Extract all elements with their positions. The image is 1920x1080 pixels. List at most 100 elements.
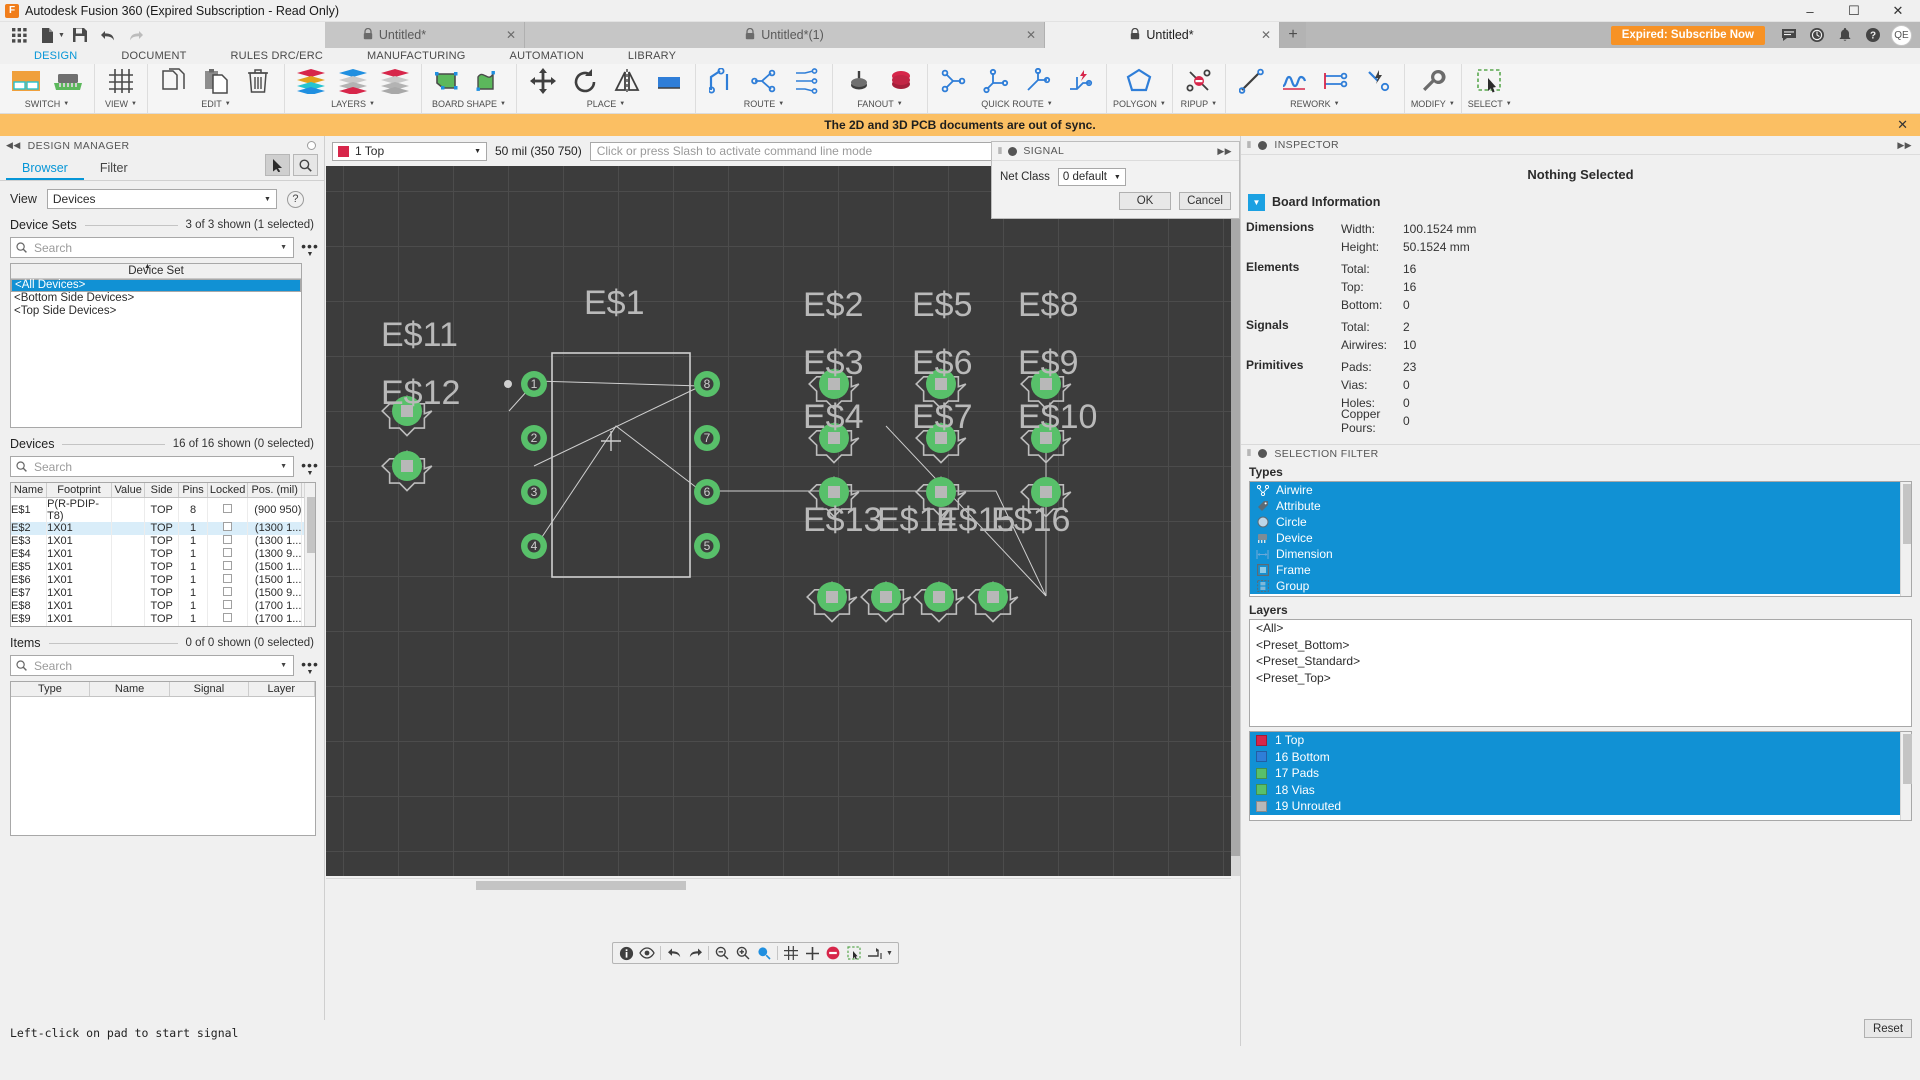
- chevron-down-icon[interactable]: ▼: [897, 98, 903, 111]
- chevron-down-icon[interactable]: ▼: [1211, 98, 1217, 111]
- filter-type-attribute[interactable]: Attribute: [1250, 498, 1911, 514]
- help-question-icon[interactable]: ?: [1859, 22, 1887, 48]
- chevron-down-icon[interactable]: ▼: [280, 662, 287, 669]
- devices-scrollbar[interactable]: [304, 483, 315, 626]
- col-value[interactable]: Value: [111, 483, 144, 497]
- copy-icon[interactable]: [154, 65, 194, 97]
- table-row[interactable]: E$61X01TOP1(1500 1...: [11, 574, 315, 587]
- rework-meander-icon[interactable]: [1274, 65, 1314, 97]
- items-table[interactable]: Type Name Signal Layer: [10, 681, 316, 836]
- filter-type-dimension[interactable]: Dimension: [1250, 546, 1911, 562]
- board-outline-icon[interactable]: [428, 65, 468, 97]
- canvas-v-scroll-thumb[interactable]: [1231, 166, 1240, 856]
- items-search-input[interactable]: Search ▼: [10, 655, 294, 676]
- col-item-layer[interactable]: Layer: [248, 682, 314, 696]
- chevron-down-icon[interactable]: ▼: [1506, 98, 1512, 111]
- device-locked[interactable]: [208, 613, 248, 626]
- table-row[interactable]: E$31X01TOP1(1300 1...: [11, 535, 315, 548]
- layer-preset-row[interactable]: <Preset_Bottom>: [1250, 637, 1911, 654]
- notification-bell-icon[interactable]: [1831, 22, 1859, 48]
- device-label[interactable]: E$1: [584, 284, 645, 322]
- col-footprint[interactable]: Footprint: [47, 483, 112, 497]
- ribbon-tab-document[interactable]: DOCUMENT: [99, 48, 208, 64]
- table-row[interactable]: E$91X01TOP1(1700 1...: [11, 613, 315, 626]
- device-label[interactable]: E$2: [803, 286, 864, 324]
- filter-type-airwire[interactable]: Airwire: [1250, 482, 1911, 498]
- device-label[interactable]: E$8: [1018, 286, 1079, 324]
- grid-view-icon[interactable]: [101, 65, 141, 97]
- device-label[interactable]: E$5: [912, 286, 973, 324]
- layers-scrollbar[interactable]: [1900, 732, 1911, 820]
- document-tab-2[interactable]: Untitled*(1) ✕: [525, 22, 1045, 48]
- toolbar-overflow-caret-icon[interactable]: ▼: [886, 950, 895, 957]
- rework-width-icon[interactable]: [1316, 65, 1356, 97]
- redo-icon[interactable]: [685, 943, 705, 963]
- select-marquee-icon[interactable]: [1470, 65, 1510, 97]
- document-tab-3[interactable]: Untitled* ✕: [1045, 22, 1280, 48]
- chevron-down-icon[interactable]: ▼: [1160, 98, 1166, 111]
- devices-table[interactable]: Name Footprint Value Side Pins Locked Po…: [10, 482, 316, 627]
- tab-filter[interactable]: Filter: [84, 156, 144, 180]
- avatar[interactable]: QE: [1891, 25, 1912, 46]
- minimize-button[interactable]: –: [1788, 0, 1832, 22]
- device-sets-search-input[interactable]: Search ▼: [10, 237, 294, 258]
- locked-checkbox[interactable]: [223, 587, 232, 596]
- device-sets-list[interactable]: ▲ Device Set <All Devices> <Bottom Side …: [10, 263, 302, 428]
- chevron-down-icon[interactable]: ▼: [225, 98, 231, 111]
- locked-checkbox[interactable]: [223, 535, 232, 544]
- col-locked[interactable]: Locked: [208, 483, 248, 497]
- col-pos[interactable]: Pos. (mil): [247, 483, 301, 497]
- layer-row[interactable]: 16 Bottom: [1250, 749, 1911, 766]
- table-row[interactable]: E$41X01TOP1(1300 9...: [11, 548, 315, 561]
- chevron-down-icon[interactable]: ▼: [1334, 98, 1340, 111]
- filter-type-device[interactable]: Device: [1250, 530, 1911, 546]
- table-row[interactable]: E$1P(R-PDIP-T8)TOP8(900 950): [11, 497, 315, 522]
- layer-row[interactable]: 19 Unrouted: [1250, 798, 1911, 815]
- chevron-down-icon[interactable]: ▼: [280, 463, 287, 470]
- device-label[interactable]: E$10: [1018, 398, 1097, 436]
- grid-toggle-icon[interactable]: [781, 943, 801, 963]
- expand-right-icon[interactable]: ▶▶: [1897, 140, 1912, 151]
- device-label[interactable]: E$6: [912, 344, 973, 382]
- save-icon[interactable]: [67, 24, 93, 46]
- signal-ok-button[interactable]: OK: [1119, 192, 1171, 210]
- ribbon-tab-rules[interactable]: RULES DRC/ERC: [209, 48, 345, 64]
- select-marquee-icon[interactable]: [844, 943, 864, 963]
- types-list[interactable]: AirwireAttributeCircleDeviceDimensionFra…: [1249, 481, 1912, 597]
- drag-handle-icon[interactable]: ⦀: [1247, 448, 1251, 459]
- table-row[interactable]: E$21X01TOP1(1300 1...: [11, 522, 315, 535]
- help-button[interactable]: ?: [287, 191, 304, 208]
- route-manual-icon[interactable]: [702, 65, 742, 97]
- drag-handle-icon[interactable]: ⦀: [1247, 140, 1251, 151]
- locked-checkbox[interactable]: [223, 504, 232, 513]
- quick-route-auto-icon[interactable]: [1060, 65, 1100, 97]
- device-locked[interactable]: [208, 561, 248, 574]
- device-sets-more-button[interactable]: •••▼: [300, 241, 320, 258]
- device-label[interactable]: E$12: [381, 374, 460, 412]
- filter-type-circle[interactable]: Circle: [1250, 514, 1911, 530]
- device-label[interactable]: E$11: [381, 316, 458, 354]
- switch-3d-icon[interactable]: [48, 65, 88, 97]
- ribbon-tab-design[interactable]: DESIGN: [12, 48, 99, 64]
- pin-icon[interactable]: [1258, 141, 1267, 150]
- net-class-select[interactable]: 0 default ▼: [1058, 168, 1126, 186]
- undo-icon[interactable]: [95, 24, 121, 46]
- new-document-icon[interactable]: [34, 24, 60, 46]
- locked-checkbox[interactable]: [223, 574, 232, 583]
- rework-teardrop-icon[interactable]: [1358, 65, 1398, 97]
- banner-close-button[interactable]: ✕: [1897, 117, 1908, 133]
- reset-button[interactable]: Reset: [1864, 1019, 1912, 1038]
- items-more-button[interactable]: •••▼: [300, 659, 320, 676]
- recent-clock-icon[interactable]: [1803, 22, 1831, 48]
- layer-top-icon[interactable]: [333, 65, 373, 97]
- locked-checkbox[interactable]: [223, 522, 232, 531]
- show-eye-icon[interactable]: [637, 943, 657, 963]
- measure-icon[interactable]: [865, 943, 885, 963]
- filter-type-group[interactable]: Group: [1250, 578, 1911, 594]
- document-tab-2-close[interactable]: ✕: [1026, 28, 1036, 42]
- locked-checkbox[interactable]: [223, 548, 232, 557]
- drag-handle-icon[interactable]: ⦀: [998, 146, 1002, 157]
- device-set-row-bottom[interactable]: <Bottom Side Devices>: [11, 292, 301, 305]
- polygon-icon[interactable]: [1119, 65, 1159, 97]
- close-window-button[interactable]: ✕: [1876, 0, 1920, 22]
